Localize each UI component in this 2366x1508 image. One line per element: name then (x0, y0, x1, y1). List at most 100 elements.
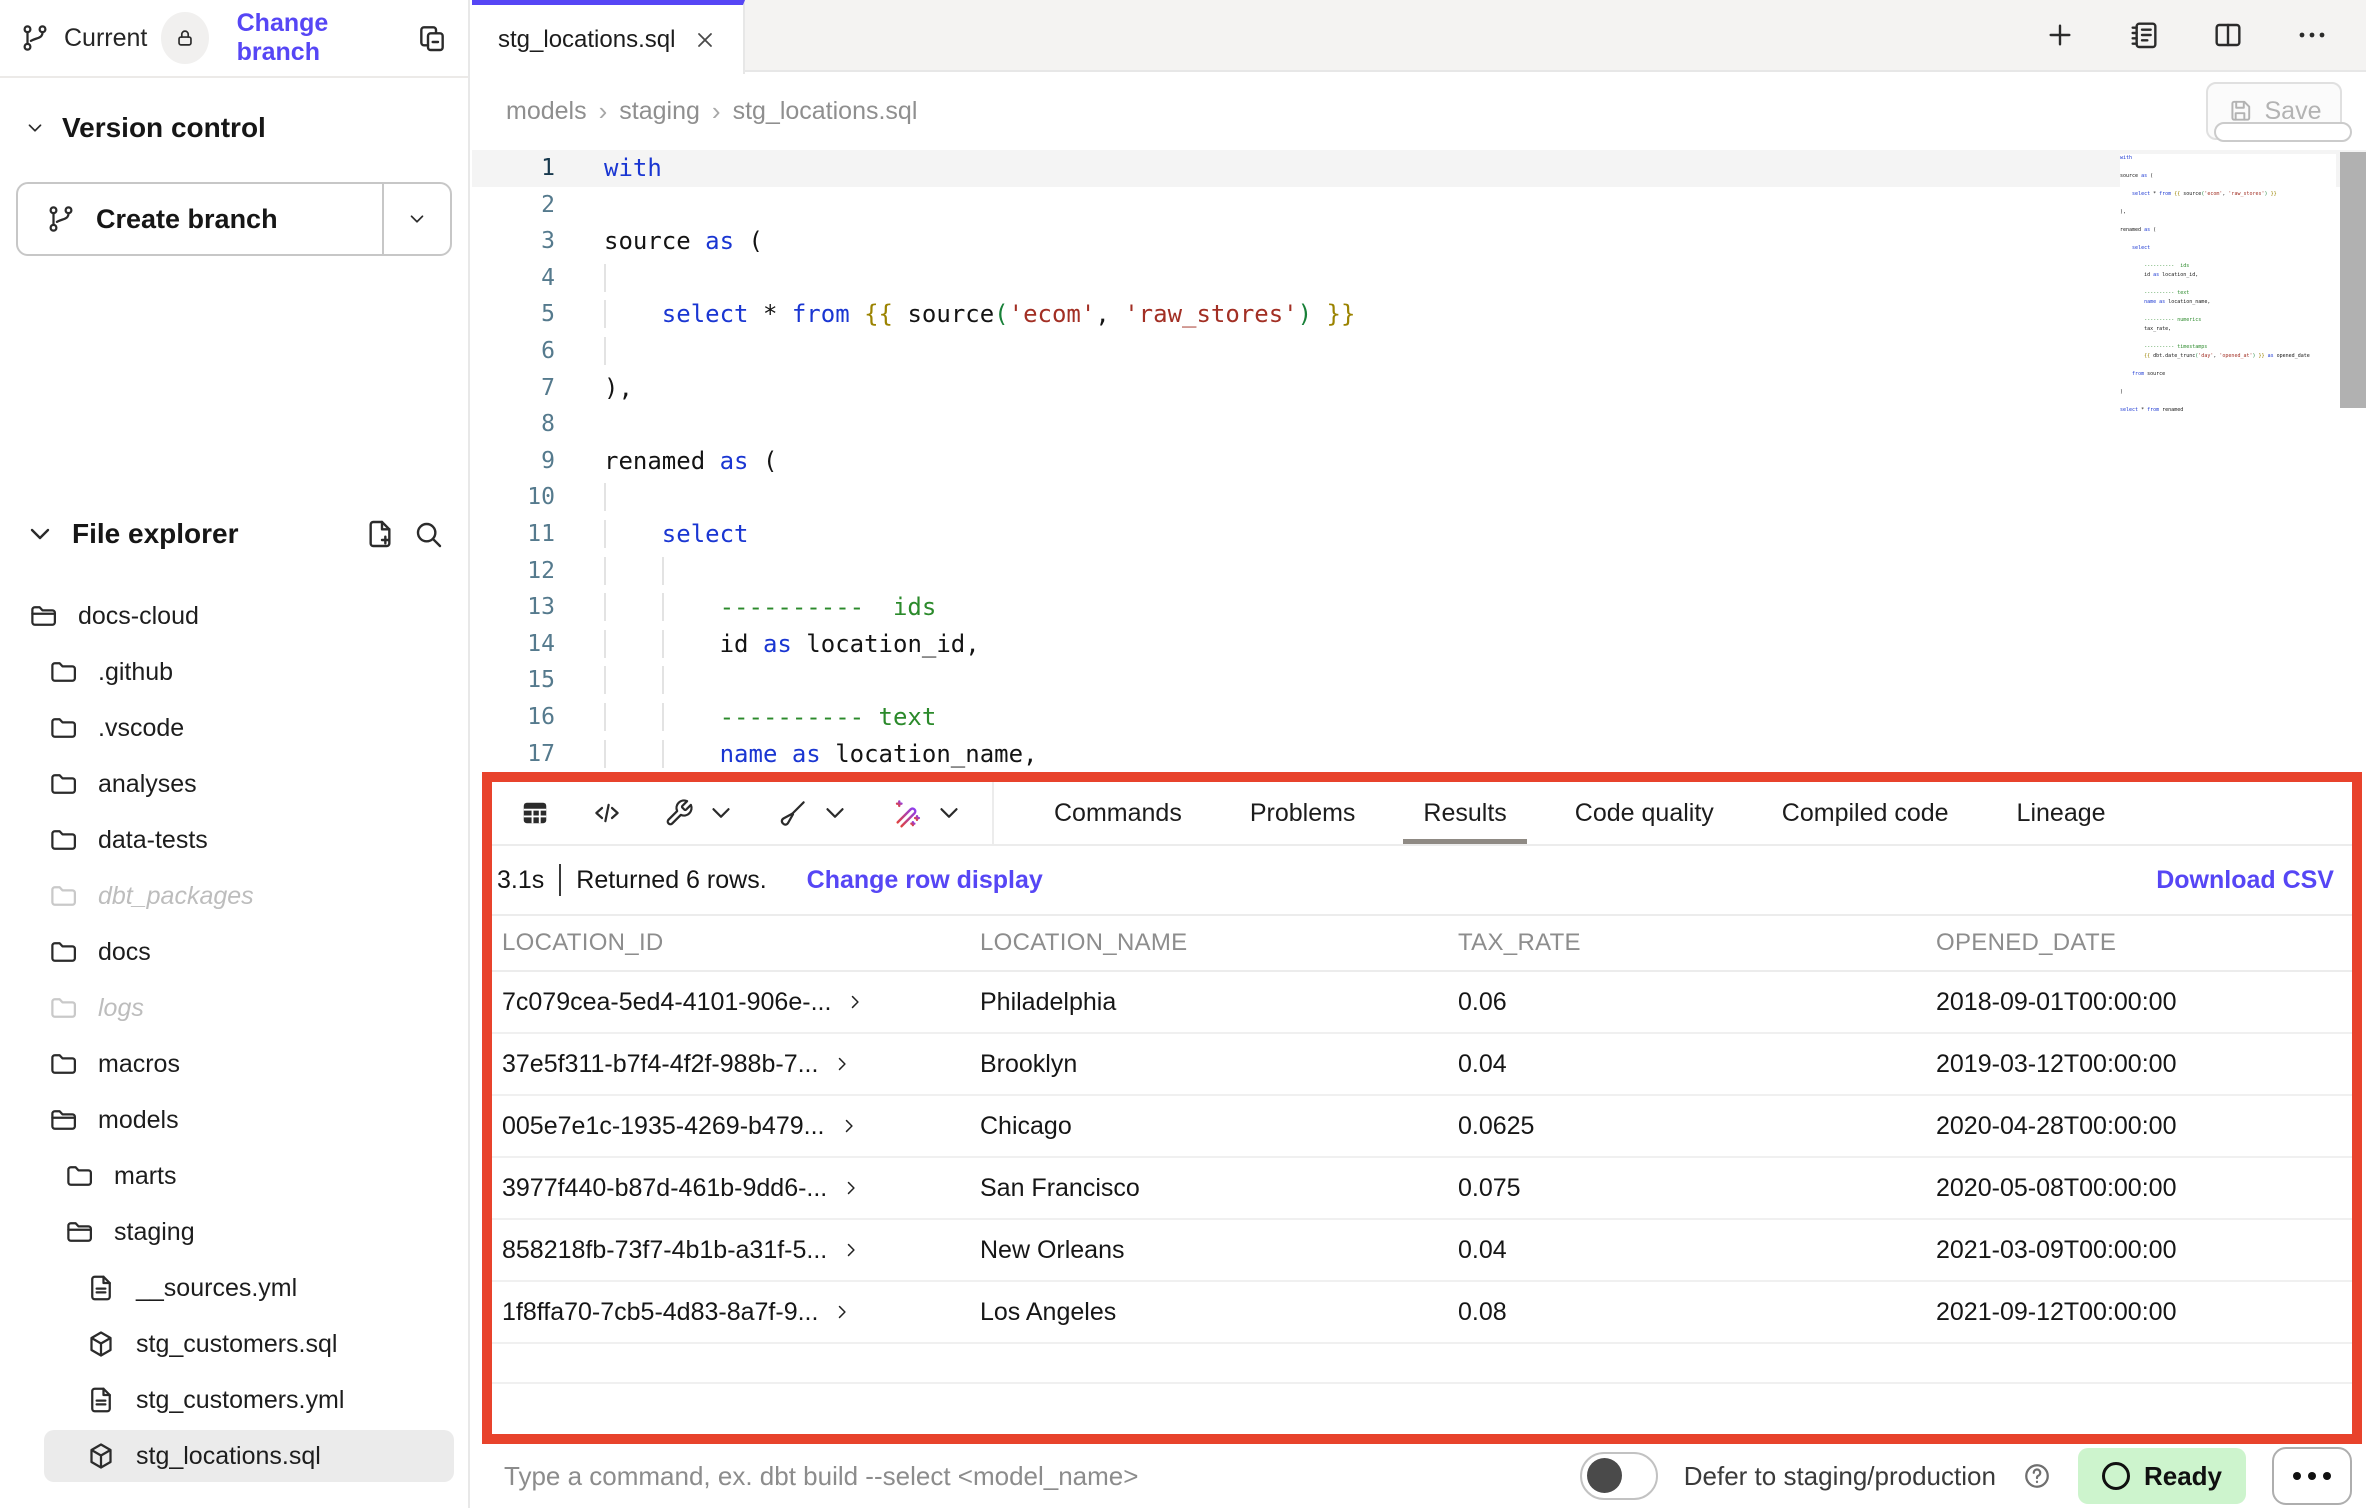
tree-item-.github[interactable]: .github (0, 644, 468, 700)
tree-item-docs[interactable]: docs (0, 924, 468, 980)
expand-chevron-right-icon[interactable] (832, 1054, 852, 1074)
table-row: 858218fb-73f7-4b1b-a31f-5...New Orleans0… (492, 1220, 2352, 1282)
split-editor-icon[interactable] (2212, 19, 2244, 51)
table-icon[interactable] (520, 798, 550, 828)
ready-status-badge: Ready (2078, 1448, 2246, 1504)
line-number: 16 (472, 699, 555, 736)
version-control-section-header[interactable]: Version control (0, 108, 468, 148)
expand-chevron-right-icon[interactable] (832, 1302, 852, 1322)
folder-icon (48, 713, 78, 743)
line-number: 11 (472, 516, 555, 553)
command-input[interactable] (502, 1460, 1262, 1493)
defer-toggle[interactable] (1580, 1452, 1658, 1500)
cell-opened-date: 2020-05-08T00:00:00 (1936, 1174, 2352, 1203)
breadcrumb-item[interactable]: models (506, 97, 587, 126)
table-row: 005e7e1c-1935-4269-b479...Chicago0.06252… (492, 1096, 2352, 1158)
help-circle-icon[interactable] (2022, 1461, 2052, 1491)
tree-item-dbt_packages[interactable]: dbt_packages (0, 868, 468, 924)
column-header[interactable]: TAX_RATE (1458, 929, 1936, 957)
tree-item-marts[interactable]: marts (0, 1148, 468, 1204)
ellipsis-icon[interactable] (2296, 19, 2328, 51)
tree-item-stg_customers.sql[interactable]: stg_customers.sql (0, 1316, 468, 1372)
tab-stg-locations-sql[interactable]: stg_locations.sql (472, 0, 745, 74)
breadcrumb-separator: › (712, 96, 721, 127)
wrench-icon (664, 798, 694, 828)
results-summary: 3.1s Returned 6 rows. Change row display… (492, 846, 2352, 916)
file-icon (86, 1273, 116, 1303)
create-branch-main[interactable]: Create branch (18, 184, 382, 254)
code-icon[interactable] (592, 798, 622, 828)
tree-item-docs-cloud[interactable]: docs-cloud (0, 588, 468, 644)
expand-chevron-right-icon[interactable] (839, 1116, 859, 1136)
tree-item-.vscode[interactable]: .vscode (0, 700, 468, 756)
panel-tab-compiled-code[interactable]: Compiled code (1748, 782, 1983, 844)
editor-minimap[interactable]: withsource as ( select * from {{ source(… (2120, 154, 2336, 415)
plus-icon[interactable] (2044, 19, 2076, 51)
build-menu-button[interactable] (664, 798, 736, 828)
status-more-button[interactable] (2272, 1447, 2352, 1505)
cell-tax-rate: 0.04 (1458, 1236, 1936, 1265)
editor-line: 4 (472, 260, 2366, 297)
tree-item-models[interactable]: models (0, 1092, 468, 1148)
notebook-icon[interactable] (2128, 19, 2160, 51)
tree-item-label: staging (114, 1218, 195, 1247)
expand-chevron-right-icon[interactable] (841, 1240, 861, 1260)
cell-tax-rate: 0.0625 (1458, 1112, 1936, 1141)
folder-icon (48, 1049, 78, 1079)
file-explorer-section: File explorer docs-cloud.github.vscodean… (0, 512, 468, 1508)
line-number: 15 (472, 662, 555, 699)
status-bar: Defer to staging/production Ready (472, 1444, 2366, 1508)
tree-item-stg_customers.yml[interactable]: stg_customers.yml (0, 1372, 468, 1428)
column-header[interactable]: LOCATION_ID (502, 929, 980, 957)
change-branch-link[interactable]: Change branch (237, 9, 402, 67)
tree-item-staging[interactable]: staging (0, 1204, 468, 1260)
tree-item-__sources.yml[interactable]: __sources.yml (0, 1260, 468, 1316)
breadcrumb-item[interactable]: staging (619, 97, 700, 126)
expand-chevron-right-icon[interactable] (841, 1178, 861, 1198)
scrollbar-thumb[interactable] (2340, 152, 2366, 408)
panel-tab-lineage[interactable]: Lineage (1983, 782, 2140, 844)
cell-opened-date: 2019-03-12T00:00:00 (1936, 1050, 2352, 1079)
line-number: 2 (472, 187, 555, 224)
rows-returned-text: Returned 6 rows. (576, 866, 766, 895)
file-explorer-header[interactable]: File explorer (0, 512, 468, 556)
editor-lines: 1with23source as (4 5 select * from {{ s… (472, 150, 2366, 772)
tree-item-data-tests[interactable]: data-tests (0, 812, 468, 868)
results-toolbar-icons (492, 782, 992, 844)
download-csv-link[interactable]: Download CSV (2156, 866, 2334, 895)
tree-item-label: marts (114, 1162, 177, 1191)
panel-tab-problems[interactable]: Problems (1216, 782, 1390, 844)
close-icon[interactable] (693, 28, 717, 52)
panel-tab-results[interactable]: Results (1389, 782, 1540, 844)
editor-line: 15 (472, 662, 2366, 699)
panel-tab-code-quality[interactable]: Code quality (1541, 782, 1748, 844)
search-icon[interactable] (412, 518, 444, 550)
editor-line: 17 name as location_name, (472, 736, 2366, 773)
expand-chevron-right-icon[interactable] (845, 992, 865, 1012)
new-file-icon[interactable] (364, 518, 396, 550)
line-number: 7 (472, 370, 555, 407)
cell-opened-date: 2018-09-01T00:00:00 (1936, 988, 2352, 1017)
create-branch-dropdown[interactable] (384, 184, 450, 254)
editor-scrollbar[interactable] (2340, 150, 2366, 772)
cell-tax-rate: 0.06 (1458, 988, 1936, 1017)
breadcrumb-item[interactable]: stg_locations.sql (733, 97, 918, 126)
tree-item-analyses[interactable]: analyses (0, 756, 468, 812)
column-header[interactable]: OPENED_DATE (1936, 929, 2352, 957)
code-editor[interactable]: 1with23source as (4 5 select * from {{ s… (472, 150, 2366, 774)
tree-item-logs[interactable]: logs (0, 980, 468, 1036)
create-branch-button[interactable]: Create branch (16, 182, 452, 256)
change-row-display-link[interactable]: Change row display (807, 866, 1043, 895)
minimap-viewport[interactable] (2214, 122, 2352, 142)
column-header[interactable]: LOCATION_NAME (980, 929, 1458, 957)
status-bar-right: Defer to staging/production Ready (1580, 1447, 2366, 1505)
cell-location-name: Philadelphia (980, 988, 1458, 1017)
line-number: 5 (472, 296, 555, 333)
copy-icon[interactable] (416, 22, 448, 54)
ai-fix-menu-button[interactable] (892, 798, 964, 828)
tree-item-stg_locations.sql[interactable]: stg_locations.sql (0, 1428, 468, 1484)
tree-item-macros[interactable]: macros (0, 1036, 468, 1092)
panel-tab-commands[interactable]: Commands (1020, 782, 1216, 844)
format-menu-button[interactable] (778, 798, 850, 828)
file-icon (86, 1385, 116, 1415)
